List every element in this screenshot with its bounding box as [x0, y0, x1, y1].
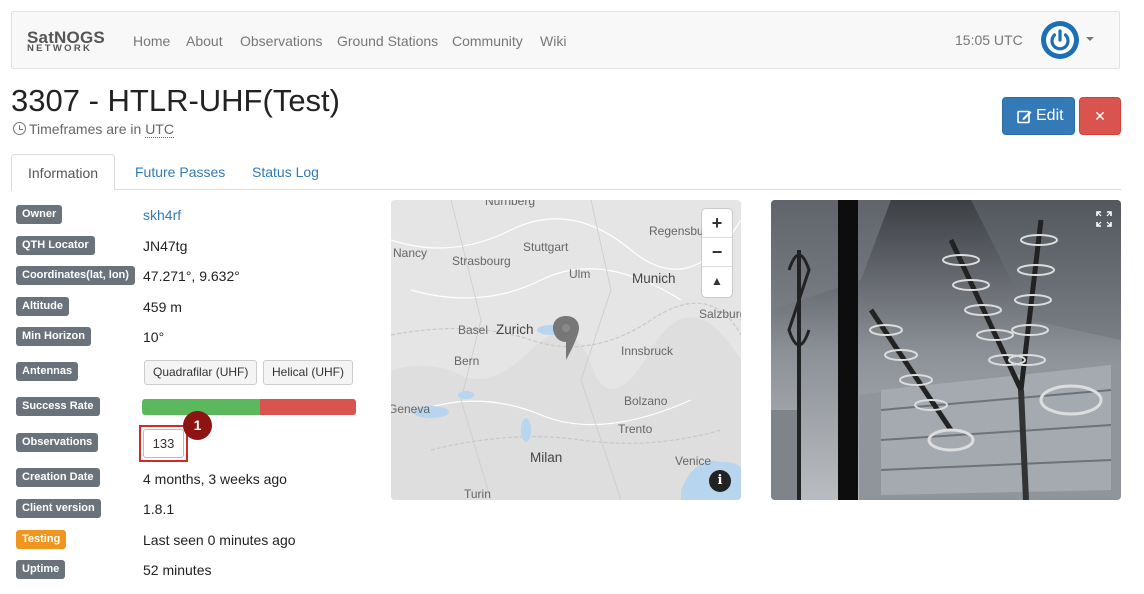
map-label-milan: Milan	[530, 450, 563, 465]
antenna-badge[interactable]: Quadrafilar (UHF)	[144, 360, 258, 385]
map-label-munich: Munich	[632, 271, 676, 286]
map-label-bern: Bern	[454, 354, 480, 368]
qth-label: QTH Locator	[16, 236, 95, 255]
station-tabs: Information Future Passes Status Log	[11, 154, 1121, 191]
creation-date-value: 4 months, 3 weeks ago	[143, 471, 287, 487]
map-label-turin: Turin	[464, 487, 491, 500]
page-title: 3307 - HTLR-UHF(Test)	[11, 83, 340, 118]
timeframe-note: Timeframes are in UTC	[13, 121, 174, 138]
map-label-nurnberg: Nürnberg	[485, 200, 536, 208]
antenna-photo-image	[771, 200, 1121, 500]
map-label-nancy: Nancy	[393, 246, 428, 260]
nav-home[interactable]: Home	[133, 32, 170, 50]
map-controls: + − ▲	[702, 209, 732, 297]
clock-icon	[13, 122, 26, 135]
owner-link[interactable]: skh4rf	[143, 206, 181, 224]
status-badge: Testing	[16, 530, 67, 549]
map-label-ulm: Ulm	[569, 267, 591, 281]
success-rate-label: Success Rate	[16, 397, 100, 416]
map-label-bolzano: Bolzano	[624, 394, 668, 408]
compass-button[interactable]: ▲	[702, 267, 732, 296]
altitude-label: Altitude	[16, 297, 69, 316]
nav-about[interactable]: About	[186, 32, 223, 50]
map-label-salzburg: Salzburg	[699, 307, 741, 321]
creation-date-label: Creation Date	[16, 468, 100, 487]
nav-wiki[interactable]: Wiki	[540, 32, 566, 50]
fullscreen-icon[interactable]	[1096, 211, 1112, 227]
map-label-strasbourg: Strasbourg	[452, 254, 511, 268]
coordinates-label: Coordinates(lat, lon)	[16, 266, 135, 285]
nav-observations[interactable]: Observations	[240, 32, 322, 50]
power-icon[interactable]	[1041, 21, 1079, 59]
navbar: SatNOGS NETWORK Home About Observations …	[11, 11, 1120, 69]
nav-community[interactable]: Community	[452, 32, 523, 50]
client-version-value: 1.8.1	[143, 501, 175, 517]
uptime-value: 52 minutes	[143, 562, 212, 578]
map-label-zurich: Zurich	[496, 322, 534, 337]
utc-clock: 15:05 UTC	[955, 32, 1023, 48]
satnogs-logo[interactable]: SatNOGS NETWORK	[27, 29, 111, 55]
timeframe-prefix: Timeframes are in	[29, 121, 142, 137]
tab-future-passes[interactable]: Future Passes	[119, 154, 241, 190]
tab-status-log[interactable]: Status Log	[236, 154, 335, 190]
edit-button[interactable]: Edit	[1002, 97, 1075, 135]
edit-label: Edit	[1036, 107, 1064, 124]
map-label-basel: Basel	[458, 323, 489, 337]
map-label-geneva: Geneva	[391, 402, 431, 416]
map-attribution-info-icon[interactable]: i	[709, 470, 731, 492]
station-photo	[771, 200, 1121, 500]
tab-information[interactable]: Information	[11, 154, 116, 191]
coordinates-value: 47.271°, 9.632°	[143, 268, 240, 284]
antennas-label: Antennas	[16, 362, 79, 381]
owner-label: Owner	[16, 205, 63, 224]
altitude-value: 459 m	[143, 299, 182, 315]
delete-button[interactable]: ✕	[1079, 97, 1121, 135]
client-version-label: Client version	[16, 499, 101, 518]
min-horizon-label: Min Horizon	[16, 327, 91, 346]
map-label-stuttgart: Stuttgart	[523, 240, 569, 254]
zoom-in-button[interactable]: +	[702, 209, 732, 238]
station-map[interactable]: Nürnberg Regensburg Stuttgart Nancy Stra…	[391, 200, 741, 500]
map-label-innsbruck: Innsbruck	[621, 344, 674, 358]
min-horizon-value: 10°	[143, 329, 165, 345]
qth-value: JN47tg	[143, 238, 188, 254]
user-menu-caret-icon[interactable]	[1086, 37, 1094, 41]
success-rate-bad	[260, 399, 356, 415]
brand-sub: NETWORK	[27, 43, 93, 54]
observations-label: Observations	[16, 433, 99, 452]
edit-icon	[1017, 110, 1032, 124]
map-label-venice: Venice	[675, 454, 712, 468]
annotation-marker: 1	[183, 411, 212, 440]
map-label-trento: Trento	[618, 422, 653, 436]
antenna-badge[interactable]: Helical (UHF)	[263, 360, 353, 385]
timezone-abbr: UTC	[145, 121, 174, 138]
observations-count-button[interactable]: 133	[143, 429, 184, 458]
uptime-label: Uptime	[16, 560, 66, 579]
nav-ground-stations[interactable]: Ground Stations	[337, 32, 438, 50]
zoom-out-button[interactable]: −	[702, 238, 732, 267]
success-rate-bar[interactable]	[142, 399, 356, 415]
last-seen-value: Last seen 0 minutes ago	[143, 532, 296, 548]
